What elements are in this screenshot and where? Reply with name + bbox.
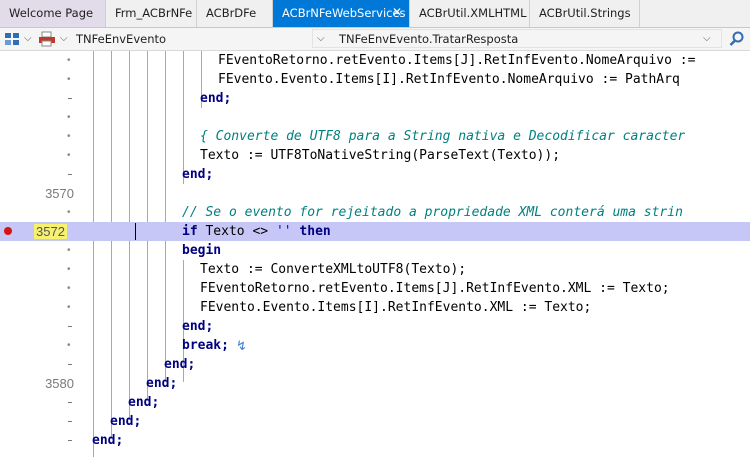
- code-text: end;: [182, 319, 214, 334]
- code-text: if Texto <> '' then: [182, 224, 331, 239]
- code-text: break;: [182, 338, 229, 353]
- code-text: FEvento.Evento.Items[I].RetInfEvento.Nom…: [218, 72, 680, 87]
- tab-acbrutil-xmlhtml[interactable]: ACBrUtil.XMLHTML: [410, 0, 530, 27]
- gutter-marker: •: [67, 74, 71, 85]
- code-text: end;: [128, 395, 160, 410]
- gutter-marker: •: [67, 112, 71, 123]
- gutter-marker: [68, 174, 72, 175]
- chevron-down-icon[interactable]: ⌵: [60, 28, 68, 50]
- chevron-down-icon[interactable]: ⌵: [317, 28, 325, 50]
- chevron-down-icon[interactable]: ⌵: [24, 28, 32, 50]
- edit-cursor-icon: ↯: [236, 339, 247, 354]
- code-line[interactable]: • Texto := ConverteXMLtoUTF8(Texto);: [0, 260, 750, 279]
- code-line[interactable]: end;: [0, 393, 750, 412]
- code-line[interactable]: end;: [0, 317, 750, 336]
- tab-acbrnfewebservices[interactable]: ACBrNFeWebServices ✕: [273, 0, 410, 27]
- code-text: Texto := ConverteXMLtoUTF8(Texto);: [200, 262, 467, 277]
- gutter-marker: [68, 402, 72, 403]
- line-number: 3580: [45, 376, 74, 391]
- code-text: end;: [164, 357, 196, 372]
- code-line[interactable]: •: [0, 108, 750, 127]
- code-line[interactable]: end;: [0, 431, 750, 450]
- code-text: end;: [110, 414, 142, 429]
- gutter-marker: •: [67, 340, 71, 351]
- tab-label: ACBrNFeWebServices: [282, 6, 406, 20]
- code-line[interactable]: end;: [0, 412, 750, 431]
- method-combo-value: TNFeEnvEvento.TratarResposta: [339, 32, 519, 46]
- gutter-marker: •: [67, 150, 71, 161]
- code-text: FEvento.Evento.Items[I].RetInfEvento.XML…: [200, 300, 592, 315]
- code-text: end;: [182, 167, 214, 182]
- tab-frm-acbrnfe[interactable]: Frm_ACBrNFe: [106, 0, 197, 27]
- code-line[interactable]: • FEvento.Evento.Items[I].RetInfEvento.N…: [0, 70, 750, 89]
- gutter-marker: •: [67, 245, 71, 256]
- gutter-marker: •: [67, 283, 71, 294]
- tab-label: ACBrDFe: [206, 6, 257, 20]
- code-line[interactable]: 3580 end;: [0, 374, 750, 393]
- code-line[interactable]: • FEvento.Evento.Items[I].RetInfEvento.X…: [0, 298, 750, 317]
- code-text: end;: [200, 91, 232, 106]
- printer-icon[interactable]: [38, 31, 56, 47]
- code-line[interactable]: • break;: [0, 336, 750, 355]
- chevron-down-icon[interactable]: ⌵: [703, 28, 711, 50]
- class-combo[interactable]: TNFeEnvEvento: [76, 28, 166, 50]
- gutter-marker: •: [67, 55, 71, 66]
- tab-label: Frm_ACBrNFe: [115, 6, 193, 20]
- code-line[interactable]: • begin: [0, 241, 750, 260]
- execution-point-line[interactable]: 3572 if Texto <> '' then: [0, 222, 750, 241]
- gutter-marker: •: [67, 207, 71, 218]
- gutter-marker: [68, 98, 72, 99]
- tab-welcome-page[interactable]: Welcome Page: [0, 0, 106, 27]
- code-line[interactable]: end;: [0, 355, 750, 374]
- code-text: FEventoRetorno.retEvento.Items[J].RetInf…: [218, 53, 696, 68]
- tab-acbrutil-strings[interactable]: ACBrUtil.Strings: [530, 0, 640, 27]
- code-text: end;: [146, 376, 178, 391]
- gutter-marker: [68, 421, 72, 422]
- gutter-marker: •: [67, 131, 71, 142]
- navigation-bar: ⌵ ⌵ TNFeEnvEvento ⌵ TNFeEnvEvento.Tratar…: [0, 28, 750, 51]
- method-combo[interactable]: ⌵ TNFeEnvEvento.TratarResposta ⌵: [312, 29, 722, 48]
- search-icon[interactable]: [729, 31, 745, 47]
- tab-acbrdfe[interactable]: ACBrDFe: [197, 0, 273, 27]
- tab-label: ACBrUtil.Strings: [539, 6, 631, 20]
- tab-bar: Welcome Page Frm_ACBrNFe ACBrDFe ACBrNFe…: [0, 0, 750, 28]
- code-line[interactable]: end;: [0, 89, 750, 108]
- tab-label: Welcome Page: [9, 6, 94, 20]
- code-line[interactable]: • FEventoRetorno.retEvento.Items[J].RetI…: [0, 51, 750, 70]
- gutter-marker: •: [67, 302, 71, 313]
- gutter-marker: •: [67, 264, 71, 275]
- code-text: Texto := UTF8ToNativeString(ParseText(Te…: [200, 148, 561, 163]
- code-line[interactable]: end;: [0, 165, 750, 184]
- code-line[interactable]: 3570: [0, 184, 750, 203]
- code-line[interactable]: • // Se o evento for rejeitado a proprie…: [0, 203, 750, 222]
- code-text: end;: [92, 433, 124, 448]
- text-caret: [135, 223, 136, 240]
- code-editor[interactable]: • FEventoRetorno.retEvento.Items[J].RetI…: [0, 51, 750, 457]
- code-comment: // Se o evento for rejeitado a proprieda…: [182, 205, 683, 220]
- code-line[interactable]: • FEventoRetorno.retEvento.Items[J].RetI…: [0, 279, 750, 298]
- code-comment: { Converte de UTF8 para a String nativa …: [200, 129, 686, 144]
- code-line[interactable]: • { Converte de UTF8 para a String nativ…: [0, 127, 750, 146]
- gutter-marker: [68, 364, 72, 365]
- gutter-marker: [68, 326, 72, 327]
- tab-label: ACBrUtil.XMLHTML: [419, 6, 527, 20]
- line-number: 3572: [34, 224, 67, 239]
- code-text: begin: [182, 243, 222, 258]
- gutter-marker: [68, 440, 72, 441]
- code-text: FEventoRetorno.retEvento.Items[J].RetInf…: [200, 281, 670, 296]
- class-browser-icon[interactable]: [4, 31, 20, 47]
- class-combo-value: TNFeEnvEvento: [76, 32, 167, 46]
- breakpoint-icon[interactable]: [4, 227, 12, 235]
- code-line[interactable]: • Texto := UTF8ToNativeString(ParseText(…: [0, 146, 750, 165]
- line-number: 3570: [45, 186, 74, 201]
- close-icon[interactable]: ✕: [392, 5, 402, 19]
